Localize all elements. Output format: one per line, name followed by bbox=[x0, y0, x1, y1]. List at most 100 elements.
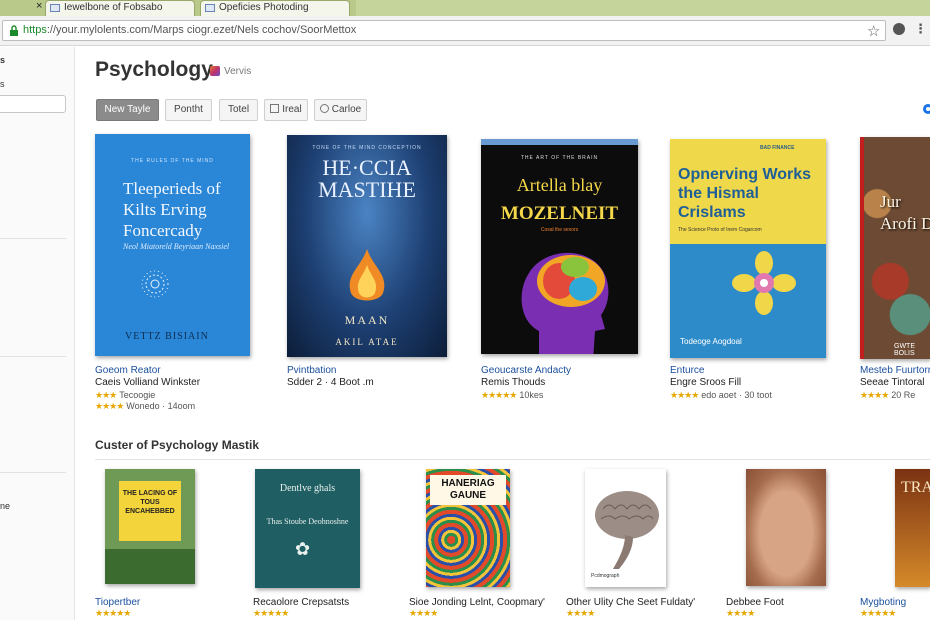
book-cover[interactable]: Pcdmograph bbox=[585, 469, 666, 587]
sidebar-search-input[interactable] bbox=[0, 95, 66, 113]
cover-subtitle: Neol Miatoreld Beyriaan Naxsiel bbox=[123, 242, 230, 251]
filter-label: Carloe bbox=[331, 104, 362, 115]
book-title[interactable]: Sioe Jonding Lelnt, Coopmary' bbox=[409, 597, 545, 608]
sidebar-divider bbox=[0, 238, 66, 239]
book-rating: ★★★★★ bbox=[95, 608, 131, 618]
filter-carloe[interactable]: Carloe bbox=[314, 99, 367, 121]
cover-title: Jur Arofi Di bbox=[880, 192, 930, 233]
menu-icon[interactable]: ⋮ bbox=[914, 21, 927, 37]
brain-head-icon bbox=[521, 252, 609, 354]
loading-spinner-icon bbox=[923, 104, 930, 114]
tab-label: Opeficies Photoding bbox=[219, 2, 309, 13]
book-author: Sdder 2 · 4 Boot .m bbox=[287, 377, 374, 388]
book-cover[interactable]: Dentlve ghals Thas Stoube Deohnoshne ✿ bbox=[255, 469, 360, 588]
page-favicon-icon bbox=[205, 4, 215, 12]
book-meta: ★★★★★ 10kes bbox=[481, 390, 544, 400]
cover-subtitle: The Science Proto of Inem Cogarcom bbox=[678, 227, 762, 233]
filter-totel[interactable]: Totel bbox=[219, 99, 258, 121]
book-title[interactable]: Mygboting bbox=[860, 597, 906, 608]
filter-label: New Tayle bbox=[104, 104, 151, 115]
cover-subtitle: Thas Stoube Deohnoshne bbox=[266, 517, 349, 526]
browser-tab-2[interactable]: Opeficies Photoding bbox=[200, 0, 350, 16]
cover-author: AKIL ATAE bbox=[335, 337, 399, 347]
book-author: Engre Sroos Fill bbox=[670, 377, 742, 388]
badge-icon bbox=[210, 66, 220, 76]
flame-icon bbox=[349, 249, 385, 301]
sidebar-divider bbox=[0, 472, 66, 473]
book-title[interactable]: Goeom Reator bbox=[95, 365, 161, 376]
book-cover[interactable]: TONE OF THE MIND CONCEPTION HE·CCIA MAST… bbox=[287, 135, 447, 357]
tab-label: Iewelbone of Fobsabo bbox=[64, 2, 163, 13]
badge-label: Vervis bbox=[224, 66, 252, 77]
grid-icon bbox=[270, 104, 280, 113]
cover-subtitle: Cosal the sexors bbox=[540, 227, 579, 233]
book-title[interactable]: Debbee Foot bbox=[726, 597, 784, 608]
book-cover[interactable]: Jur Arofi Di GWTE BOLIS bbox=[860, 137, 930, 359]
person-icon bbox=[319, 104, 329, 113]
cover-author: VETTZ BISIAIN bbox=[125, 331, 209, 342]
book-author: Seeae Tintoral bbox=[860, 377, 925, 388]
book-author: Caeis Volliand Winkster bbox=[95, 377, 201, 388]
cover-title: HE·CCIA MASTIHE bbox=[318, 155, 416, 202]
book-title[interactable]: Enturce bbox=[670, 365, 704, 376]
page-favicon-icon bbox=[50, 4, 60, 12]
cover-art bbox=[105, 549, 195, 584]
book-title[interactable]: Other Ulity Che Seet Fuldaty' bbox=[566, 597, 695, 608]
cover-title: MOZELNEIT bbox=[500, 203, 619, 224]
cover-caption: Pcdmograph bbox=[591, 573, 620, 579]
book-rating: ★★★ Tecoogie bbox=[95, 390, 156, 400]
book-title[interactable]: Mesteb Fuurtorn bbox=[860, 365, 930, 376]
filter-new-title[interactable]: New Tayle bbox=[96, 99, 159, 121]
page-title: Psychology bbox=[95, 58, 213, 81]
url-input[interactable]: https://your.mylolents.com/Marps ciogr.e… bbox=[2, 20, 886, 41]
left-sidebar: s s ne bbox=[0, 47, 75, 620]
cover-title: TRA bbox=[901, 479, 930, 496]
cover-tagline: TONE OF THE MIND CONCEPTION bbox=[312, 145, 422, 151]
cover-title: Tleeperieds of Kilts Erving Foncercady bbox=[123, 179, 221, 240]
filter-label: Totel bbox=[227, 104, 250, 115]
brain-icon bbox=[595, 491, 659, 569]
cover-author: GWTE BOLIS bbox=[894, 343, 915, 357]
browser-tab-1[interactable]: Iewelbone of Fobsabo bbox=[45, 0, 195, 16]
filter-pontht[interactable]: Pontht bbox=[165, 99, 212, 121]
extension-icon[interactable] bbox=[893, 23, 905, 35]
book-cover[interactable]: THE ART OF THE BRAIN Artella blay MOZELN… bbox=[481, 139, 638, 354]
section-heading: Custer of Psychology Mastik bbox=[95, 438, 260, 452]
bookmark-star-icon[interactable]: ☆ bbox=[867, 22, 880, 40]
cover-tagline: BAD FINANCE bbox=[760, 145, 795, 151]
flower-icon: ✿ bbox=[295, 539, 311, 559]
sidebar-heading: s bbox=[0, 55, 6, 65]
book-title[interactable]: Pvintbation bbox=[287, 365, 336, 376]
flower-icon bbox=[141, 270, 169, 298]
book-title[interactable]: Geoucarste Andacty bbox=[481, 365, 571, 376]
tab-bar: Iewelbone of Fobsabo Opeficies Photoding… bbox=[0, 0, 930, 16]
lock-icon bbox=[10, 25, 18, 36]
book-cover[interactable]: THE LACING OF TOUS ENCAHEBBED bbox=[105, 469, 195, 584]
filter-label: Ireal bbox=[282, 104, 302, 115]
book-meta: ★★★★ Wonedo · 14oom bbox=[95, 401, 196, 411]
cover-title: THE LACING OF TOUS ENCAHEBBED bbox=[119, 481, 181, 541]
cover-tagline: THE RULES OF THE MIND bbox=[131, 158, 214, 164]
book-cover[interactable] bbox=[746, 469, 826, 586]
book-cover[interactable]: THE RULES OF THE MIND Tleeperieds of Kil… bbox=[95, 134, 250, 356]
book-rating: ★★★★ bbox=[409, 608, 438, 618]
book-author: Remis Thouds bbox=[481, 377, 546, 388]
sidebar-divider bbox=[0, 356, 66, 357]
section-divider bbox=[95, 459, 930, 460]
tab-strip-empty-area[interactable] bbox=[356, 0, 930, 16]
sidebar-item[interactable]: ne bbox=[0, 501, 10, 511]
cover-title: HANERIAG GAUNE bbox=[430, 475, 506, 505]
book-cover[interactable]: BAD FINANCE Opnerving Works the Hismal C… bbox=[670, 139, 826, 358]
book-cover[interactable]: TRA bbox=[895, 469, 930, 587]
close-icon[interactable]: × bbox=[36, 0, 42, 12]
book-title[interactable]: Tiopertber bbox=[95, 597, 140, 608]
filter-ireal[interactable]: Ireal bbox=[264, 99, 308, 121]
reviews-badge[interactable]: Vervis bbox=[210, 66, 251, 77]
book-cover[interactable]: HANERIAG GAUNE bbox=[426, 469, 510, 587]
book-rating: ★★★★★ bbox=[253, 608, 289, 618]
cover-tagline: THE ART OF THE BRAIN bbox=[520, 155, 599, 161]
book-title[interactable]: Recaolore Crepsatsts bbox=[253, 597, 349, 608]
book-meta: ★★★★ 20 Re bbox=[860, 390, 916, 400]
filter-label: Pontht bbox=[174, 104, 203, 115]
sidebar-label: s bbox=[0, 79, 5, 89]
